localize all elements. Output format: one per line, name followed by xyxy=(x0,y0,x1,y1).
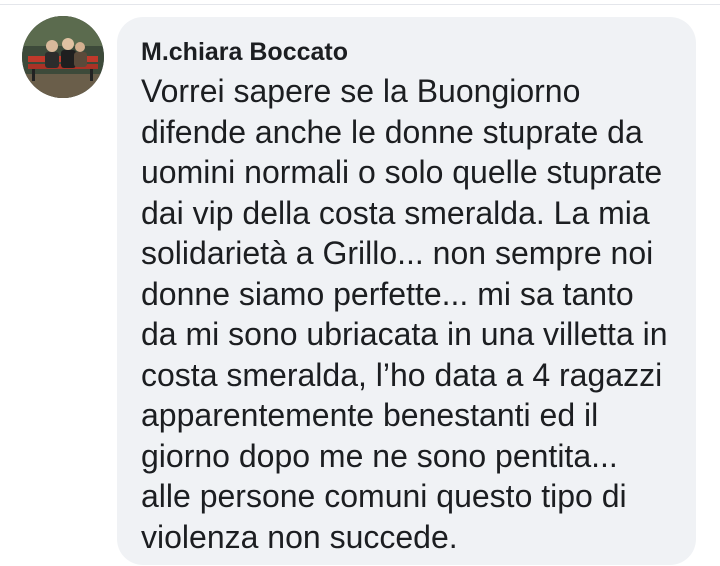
comment: M.chiara Boccato Vorrei sapere se la Buo… xyxy=(0,0,720,566)
comment-text-line: solidarietà a Grillo... non sempre noi xyxy=(141,235,654,271)
comment-text: Vorrei sapere se la Buongiorno difende a… xyxy=(141,71,672,557)
comment-text-line: violenza non succede. xyxy=(141,518,458,555)
comment-text-line: dai vip della costa smeralda. La mia xyxy=(141,194,650,231)
comment-text-line: Vorrei sapere se la Buongiorno xyxy=(141,73,581,109)
comment-text-line: alle persone comuni questo tipo di xyxy=(141,478,627,514)
comment-text-line: da mi sono ubriacata in una villetta in xyxy=(141,316,668,352)
user-photo-avatar-icon xyxy=(22,16,104,98)
comment-text-line: donne siamo perfette... mi sa tanto xyxy=(141,275,634,312)
comment-author[interactable]: M.chiara Boccato xyxy=(141,35,672,69)
avatar[interactable] xyxy=(22,16,104,98)
comment-text-line: giorno dopo me ne sono pentita... xyxy=(141,437,618,474)
comment-text-line: costa smeralda, l’ho data a 4 ragazzi xyxy=(141,356,663,393)
comment-text-line: uomini normali o solo quelle stuprate xyxy=(141,154,663,190)
comment-bubble: M.chiara Boccato Vorrei sapere se la Buo… xyxy=(117,17,696,565)
comment-text-line: difende anche le donne stuprate da xyxy=(141,113,643,150)
comment-text-line: apparentemente benestanti ed il xyxy=(141,397,599,433)
